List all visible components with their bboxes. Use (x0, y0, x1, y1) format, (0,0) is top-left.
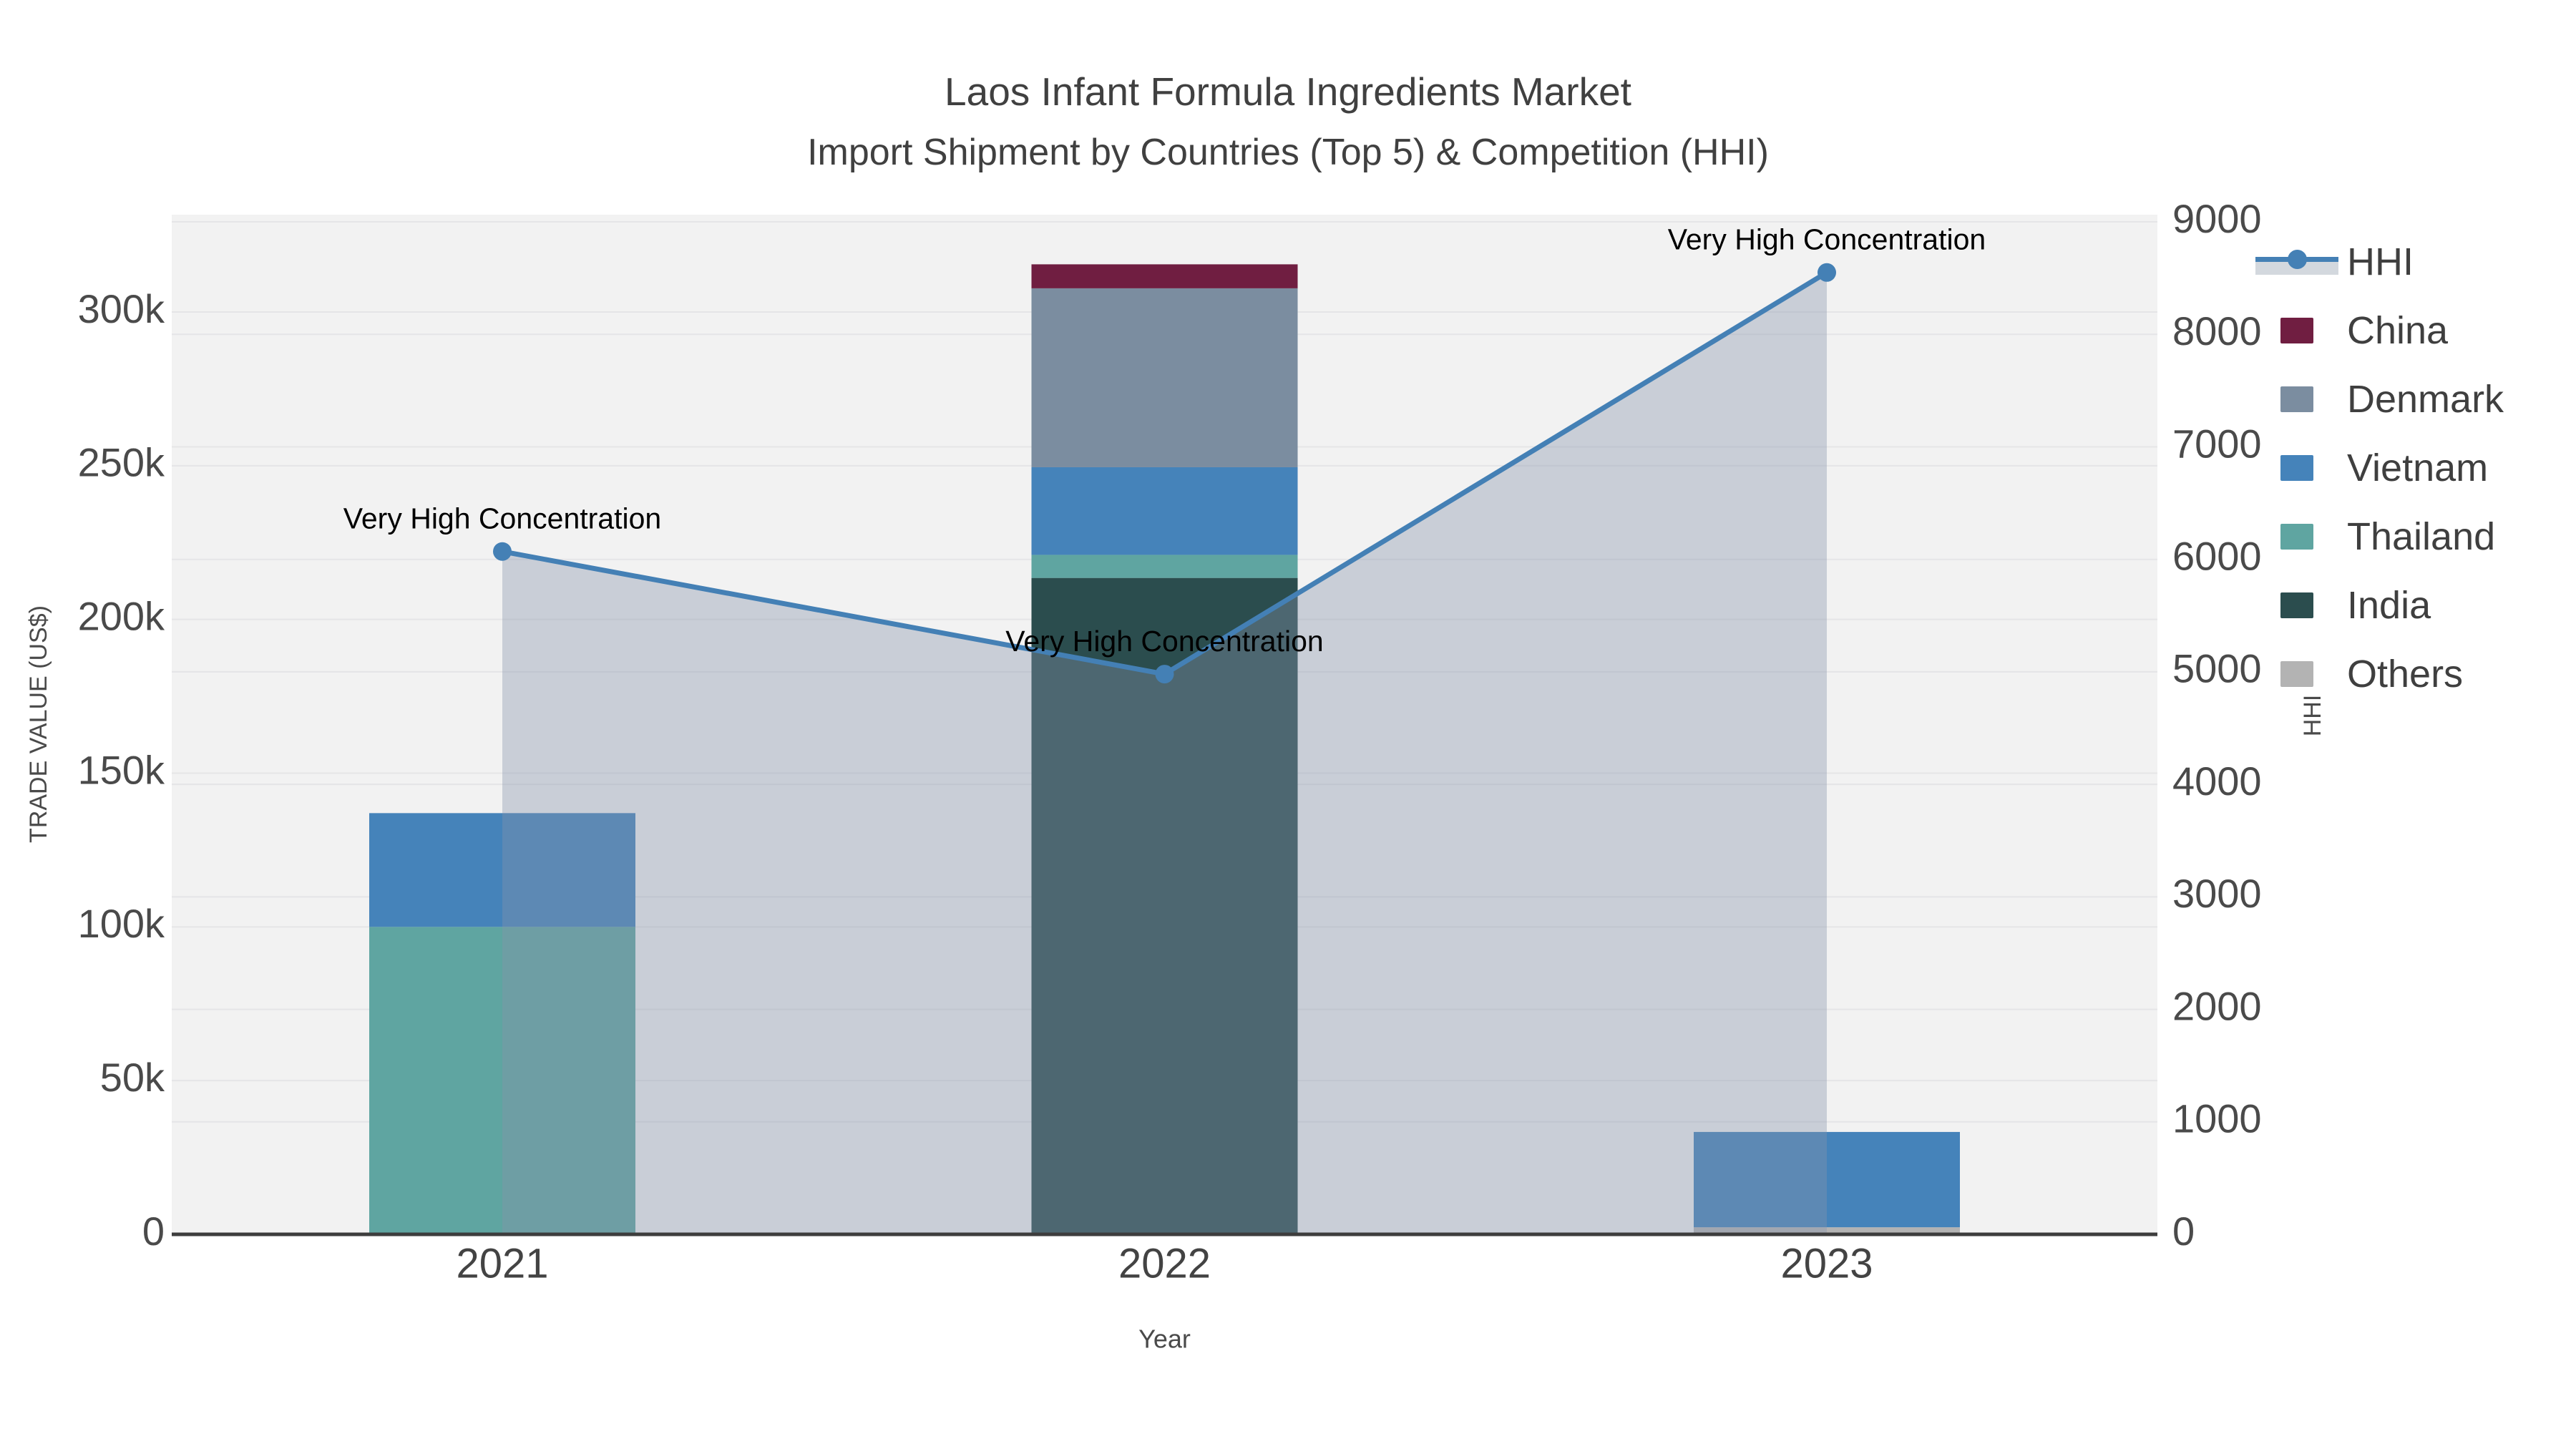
legend-label: Vietnam (2347, 447, 2489, 489)
plot-area: Very High Concentration Very High Concent… (25, 196, 2326, 1354)
bar-china-2022[interactable] (1031, 264, 1298, 288)
vietnam-swatch (2254, 434, 2340, 502)
denmark-swatch (2254, 365, 2340, 434)
y-right-tick: 0 (2172, 1209, 2195, 1254)
y-left-tick: 300k (78, 286, 165, 331)
legend-item-india[interactable]: India (2254, 571, 2504, 640)
annotation-2021: Very High Concentration (343, 502, 661, 535)
y-right-tick: 4000 (2172, 758, 2262, 804)
x-tick: 2021 (456, 1240, 548, 1287)
india-swatch (2254, 571, 2340, 640)
legend-item-denmark[interactable]: Denmark (2254, 365, 2504, 434)
y-left-tick: 200k (78, 593, 165, 638)
y-left-axis-title: TRADE VALUE (US$) (25, 605, 52, 843)
y-right-tick: 7000 (2172, 421, 2262, 466)
legend-item-thailand[interactable]: Thailand (2254, 502, 2504, 571)
x-axis-title: Year (1138, 1324, 1191, 1354)
y-left-tick: 50k (100, 1055, 165, 1100)
legend-item-china[interactable]: China (2254, 296, 2504, 365)
annotation-2023: Very High Concentration (1668, 223, 1986, 256)
y-right-tick: 9000 (2172, 196, 2262, 241)
y-left-tick: 100k (78, 901, 165, 946)
legend-label: HHI (2347, 240, 2414, 283)
y-right-tick: 3000 (2172, 871, 2262, 916)
bar-denmark-2022[interactable] (1031, 288, 1298, 467)
y-right-tick: 6000 (2172, 534, 2262, 579)
hhi-line-swatch (2254, 228, 2340, 296)
hhi-marker-dot (2288, 250, 2307, 269)
annotation-2022: Very High Concentration (1005, 625, 1323, 658)
legend-item-hhi[interactable]: HHI (2254, 228, 2504, 296)
legend-label: India (2347, 584, 2431, 627)
legend-item-others[interactable]: Others (2254, 640, 2504, 708)
bar-thailand-2022[interactable] (1031, 555, 1298, 578)
legend-label: China (2347, 309, 2449, 352)
y-right-tick: 1000 (2172, 1096, 2262, 1141)
y-right-tick: 5000 (2172, 646, 2262, 691)
legend: HHI China Denmark Vietnam Thailand India… (2254, 228, 2504, 708)
y-left-tick: 150k (78, 747, 165, 792)
x-tick: 2023 (1780, 1240, 1873, 1287)
legend-label: Denmark (2347, 378, 2504, 421)
hhi-marker-2021[interactable] (493, 542, 512, 561)
others-swatch (2254, 640, 2340, 708)
figure: Laos Infant Formula Ingredients Market I… (0, 0, 2576, 1449)
y-left-tick: 250k (78, 440, 165, 485)
y-right-tick: 8000 (2172, 308, 2262, 353)
thailand-swatch (2254, 502, 2340, 571)
china-swatch (2254, 296, 2340, 365)
legend-label: Others (2347, 653, 2464, 696)
y-right-tick: 2000 (2172, 983, 2262, 1028)
legend-item-vietnam[interactable]: Vietnam (2254, 434, 2504, 502)
hhi-marker-2023[interactable] (1818, 263, 1836, 282)
x-tick: 2022 (1118, 1240, 1211, 1287)
legend-label: Thailand (2347, 515, 2496, 558)
hhi-marker-2022[interactable] (1155, 665, 1174, 684)
y-left-tick: 0 (142, 1209, 165, 1254)
bar-vietnam-2022[interactable] (1031, 467, 1298, 555)
